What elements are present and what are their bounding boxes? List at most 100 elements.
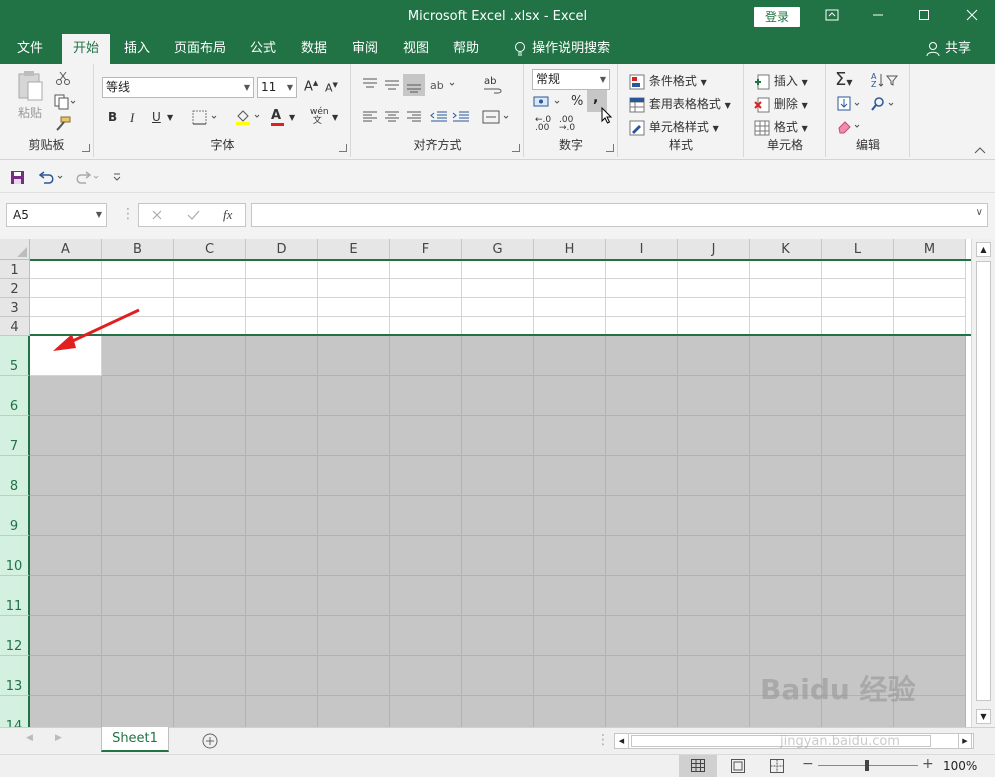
cell-e1[interactable]: [318, 260, 390, 279]
column-header-c[interactable]: C: [174, 239, 246, 260]
cell-f1[interactable]: [390, 260, 462, 279]
cell-c8[interactable]: [174, 456, 246, 496]
cell-f13[interactable]: [390, 656, 462, 696]
cell-h10[interactable]: [534, 536, 606, 576]
column-header-m[interactable]: M: [894, 239, 966, 260]
cell-c5[interactable]: [174, 336, 246, 376]
cell-f9[interactable]: [390, 496, 462, 536]
copy-icon[interactable]: [54, 94, 76, 110]
cell-a9[interactable]: [30, 496, 102, 536]
cell-a13[interactable]: [30, 656, 102, 696]
clear-icon[interactable]: [837, 118, 863, 134]
cell-i1[interactable]: [606, 260, 678, 279]
cell-a1[interactable]: [30, 260, 102, 279]
cell-e11[interactable]: [318, 576, 390, 616]
cell-c2[interactable]: [174, 279, 246, 298]
cell-f3[interactable]: [390, 298, 462, 317]
tab-split-icon[interactable]: ⋮: [596, 733, 610, 747]
column-header-h[interactable]: H: [534, 239, 606, 260]
cell-c13[interactable]: [174, 656, 246, 696]
cell-m5[interactable]: [894, 336, 966, 376]
cell-b11[interactable]: [102, 576, 174, 616]
column-header-k[interactable]: K: [750, 239, 822, 260]
scroll-down-icon[interactable]: ▼: [976, 709, 991, 724]
formula-input[interactable]: ∨: [251, 203, 988, 227]
cell-m1[interactable]: [894, 260, 966, 279]
cell-b7[interactable]: [102, 416, 174, 456]
cell-a10[interactable]: [30, 536, 102, 576]
cell-b2[interactable]: [102, 279, 174, 298]
redo-icon[interactable]: [74, 170, 102, 185]
login-button[interactable]: 登录: [754, 7, 800, 27]
collapse-ribbon-icon[interactable]: [974, 146, 986, 154]
underline-button[interactable]: U: [152, 110, 161, 124]
cell-j3[interactable]: [678, 298, 750, 317]
cell-i13[interactable]: [606, 656, 678, 696]
cell-c14[interactable]: [174, 696, 246, 727]
cell-m8[interactable]: [894, 456, 966, 496]
cell-j11[interactable]: [678, 576, 750, 616]
cell-j9[interactable]: [678, 496, 750, 536]
wrap-text-icon[interactable]: ab: [482, 74, 504, 96]
tab-review[interactable]: 审阅: [344, 34, 386, 64]
clipboard-launcher-icon[interactable]: [82, 144, 90, 152]
cell-e9[interactable]: [318, 496, 390, 536]
column-header-i[interactable]: I: [606, 239, 678, 260]
cell-h2[interactable]: [534, 279, 606, 298]
share-button[interactable]: 共享: [925, 34, 971, 64]
cell-e13[interactable]: [318, 656, 390, 696]
cell-b13[interactable]: [102, 656, 174, 696]
page-break-view-icon[interactable]: [770, 759, 784, 773]
cell-i14[interactable]: [606, 696, 678, 727]
cell-d8[interactable]: [246, 456, 318, 496]
cell-l5[interactable]: [822, 336, 894, 376]
row-header-6[interactable]: 6: [0, 376, 30, 416]
cell-a2[interactable]: [30, 279, 102, 298]
save-icon[interactable]: [10, 170, 25, 185]
conditional-formatting-button[interactable]: 条件格式 ▼: [629, 72, 707, 90]
cell-a11[interactable]: [30, 576, 102, 616]
cell-k8[interactable]: [750, 456, 822, 496]
number-launcher-icon[interactable]: [606, 144, 614, 152]
align-left-icon[interactable]: [362, 110, 378, 124]
column-header-a[interactable]: A: [30, 239, 102, 260]
row-header-3[interactable]: 3: [0, 298, 30, 317]
cell-d1[interactable]: [246, 260, 318, 279]
border-icon[interactable]: [192, 110, 220, 126]
cell-f2[interactable]: [390, 279, 462, 298]
cell-i2[interactable]: [606, 279, 678, 298]
cell-e5[interactable]: [318, 336, 390, 376]
cell-h3[interactable]: [534, 298, 606, 317]
cell-k3[interactable]: [750, 298, 822, 317]
decrease-decimal-icon[interactable]: .00 →.0: [559, 116, 575, 133]
cell-i11[interactable]: [606, 576, 678, 616]
cell-g13[interactable]: [462, 656, 534, 696]
cell-j7[interactable]: [678, 416, 750, 456]
cell-h14[interactable]: [534, 696, 606, 727]
cell-k5[interactable]: [750, 336, 822, 376]
cell-g2[interactable]: [462, 279, 534, 298]
cell-b10[interactable]: [102, 536, 174, 576]
cell-l3[interactable]: [822, 298, 894, 317]
cell-h13[interactable]: [534, 656, 606, 696]
zoom-out-icon[interactable]: −: [802, 756, 814, 772]
normal-view-button[interactable]: [679, 755, 717, 777]
expand-formula-bar-icon[interactable]: ∨: [976, 207, 983, 218]
cell-e7[interactable]: [318, 416, 390, 456]
column-header-j[interactable]: J: [678, 239, 750, 260]
chevron-down-icon[interactable]: ▼: [332, 113, 338, 122]
decrease-indent-icon[interactable]: [430, 110, 448, 124]
fill-icon[interactable]: [837, 96, 863, 112]
minimize-icon[interactable]: [855, 0, 901, 34]
cell-d7[interactable]: [246, 416, 318, 456]
cell-c9[interactable]: [174, 496, 246, 536]
cell-g3[interactable]: [462, 298, 534, 317]
ribbon-display-icon[interactable]: [809, 0, 855, 34]
cell-f12[interactable]: [390, 616, 462, 656]
cell-h6[interactable]: [534, 376, 606, 416]
tell-me-search[interactable]: 操作说明搜索: [506, 34, 616, 64]
font-name-select[interactable]: 等线 ▼: [102, 77, 254, 98]
align-right-icon[interactable]: [406, 110, 422, 124]
cell-k10[interactable]: [750, 536, 822, 576]
cell-m11[interactable]: [894, 576, 966, 616]
